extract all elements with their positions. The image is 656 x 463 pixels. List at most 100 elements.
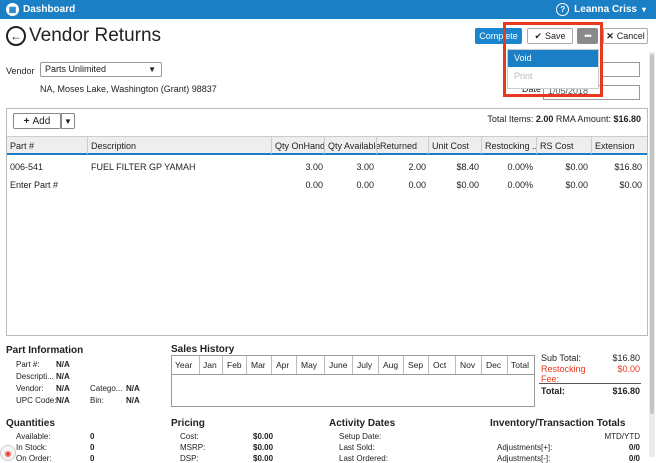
column-header[interactable]: Part # — [10, 141, 88, 151]
sh-col: Year — [175, 360, 193, 370]
rma-number-field[interactable] — [600, 62, 640, 77]
cell-restocking: 0.00% — [507, 180, 533, 190]
cell-part: 006-541 — [10, 162, 44, 172]
cell-description: FUEL FILTER GP YAMAH — [91, 162, 196, 172]
activity-dates-title: Activity Dates — [329, 418, 396, 429]
quantities-title: Quantities — [6, 418, 55, 429]
cell-returned[interactable]: 2.00 — [376, 162, 426, 172]
user-menu[interactable]: Leanna Criss — [574, 4, 637, 15]
help-icon[interactable]: ? — [556, 3, 570, 16]
sh-col: June — [329, 360, 348, 370]
cancel-label: Cancel — [616, 31, 645, 41]
category-label: Catego... — [90, 384, 123, 393]
sh-col: Mar — [251, 360, 266, 370]
available-label: Available: — [16, 432, 51, 441]
column-header[interactable]: RS Cost — [540, 141, 590, 151]
restocking-fee-label: Restocking Fee: — [541, 364, 586, 384]
sh-col: May — [301, 360, 318, 370]
sh-col: Aug — [383, 360, 399, 370]
table-row[interactable]: Enter Part # 0.00 0.00 0.00 $0.00 0.00% … — [7, 176, 647, 194]
cell-rs-cost: $0.00 — [565, 180, 588, 190]
description-value: N/A — [56, 372, 70, 381]
cell-extension: $16.80 — [614, 162, 642, 172]
vendor-select[interactable]: Parts Unlimited ▼ — [40, 62, 162, 77]
annotation-highlight-box — [503, 22, 603, 97]
column-header[interactable]: Unit Cost — [432, 141, 482, 151]
adjustments-minus-value: 0/0 — [628, 454, 640, 463]
sales-history-title: Sales History — [171, 344, 235, 355]
dsp-value: $0.00 — [253, 454, 274, 463]
enter-part-input[interactable]: Enter Part # — [10, 180, 58, 190]
column-header[interactable]: Returned — [380, 141, 426, 151]
sh-col: Dec — [486, 360, 502, 370]
msrp-label: MSRP: — [180, 443, 206, 452]
vendor-selected-value: Parts Unlimited — [45, 64, 107, 74]
adjustments-plus-value: 0/0 — [628, 443, 640, 452]
bin-value: N/A — [126, 396, 140, 405]
cancel-button[interactable]: ✕ Cancel — [603, 28, 648, 44]
bin-label: Bin: — [90, 396, 104, 405]
sh-col: Total — [511, 360, 529, 370]
back-arrow-icon[interactable]: ← — [6, 26, 26, 46]
column-header[interactable]: Extension — [595, 141, 645, 151]
chevron-down-icon[interactable]: ▾ — [642, 5, 646, 14]
add-dropdown-button[interactable]: ▼ — [61, 113, 75, 129]
items-table-header: Part # Description Qty OnHand Qty Availa… — [7, 136, 647, 155]
top-nav-bar: ▦ Dashboard ? Leanna Criss ▾ — [0, 0, 656, 19]
cost-label: Cost: — [180, 432, 199, 441]
cell-qty-onhand: 0.00 — [305, 180, 323, 190]
cell-qty-available: 3.00 — [356, 162, 374, 172]
cell-restocking: 0.00% — [507, 162, 533, 172]
chevron-down-icon: ▼ — [64, 116, 72, 126]
dsp-label: DSP: — [180, 454, 199, 463]
vendor-address: NA, Moses Lake, Washington (Grant) 98837 — [40, 84, 217, 94]
last-ordered-label: Last Ordered: — [339, 454, 388, 463]
cell-qty-available: 0.00 — [356, 180, 374, 190]
subtotal-label: Sub Total: — [541, 353, 581, 363]
cell-qty-onhand: 3.00 — [305, 162, 323, 172]
column-header[interactable]: Description — [91, 141, 271, 151]
items-panel: + Add ▼ Total Items: 2.00 RMA Amount: $1… — [6, 108, 648, 336]
scrollbar-thumb[interactable] — [650, 54, 654, 414]
dashboard-link[interactable]: ▦ Dashboard — [6, 3, 75, 16]
last-sold-label: Last Sold: — [339, 443, 375, 452]
sales-history-header: Year Jan Feb Mar Apr May June July Aug S… — [171, 355, 535, 375]
msrp-value: $0.00 — [253, 443, 274, 452]
sh-col: July — [357, 360, 373, 370]
add-label: Add — [32, 115, 51, 127]
column-header[interactable]: Qty OnHand — [275, 141, 327, 151]
description-label: Descripti... — [16, 372, 54, 381]
cell-unit-cost: $8.40 — [456, 162, 479, 172]
vendor-info-value: N/A — [56, 384, 70, 393]
total-items-value: 2.00 — [535, 114, 554, 124]
plus-icon: + — [23, 115, 30, 127]
page-title: Vendor Returns — [29, 25, 162, 46]
cell-returned[interactable]: 0.00 — [376, 180, 426, 190]
table-row[interactable]: 006-541 FUEL FILTER GP YAMAH 3.00 3.00 2… — [7, 158, 647, 176]
part-number-label: Part #: — [16, 360, 40, 369]
sh-col: Apr — [276, 360, 290, 370]
sh-col: Jan — [203, 360, 217, 370]
onorder-label: On Order: — [16, 454, 52, 463]
setup-date-label: Setup Date: — [339, 432, 382, 441]
add-button[interactable]: + Add — [13, 113, 61, 129]
sh-col: Oct — [433, 360, 447, 370]
upc-value: N/A — [56, 396, 70, 405]
upc-label: UPC Code: — [16, 396, 57, 405]
instock-value: 0 — [90, 443, 95, 452]
column-header[interactable]: Qty Available — [328, 141, 380, 151]
cell-extension: $0.00 — [619, 180, 642, 190]
cell-unit-cost: $0.00 — [456, 180, 479, 190]
column-header[interactable]: Restocking ... — [485, 141, 537, 151]
rma-amount-label: RMA Amount: — [555, 114, 611, 124]
vertical-scrollbar[interactable] — [649, 52, 655, 457]
part-info-title: Part Information — [6, 345, 84, 356]
available-value: 0 — [90, 432, 95, 441]
category-value: N/A — [126, 384, 140, 393]
part-number-value: N/A — [56, 360, 70, 369]
total-label: Total: — [541, 386, 565, 396]
chevron-down-icon: ▼ — [148, 65, 156, 74]
onorder-value: 0 — [90, 454, 95, 463]
help-bubble-icon[interactable]: ◉ — [0, 445, 16, 461]
vendor-label: Vendor — [6, 66, 35, 76]
